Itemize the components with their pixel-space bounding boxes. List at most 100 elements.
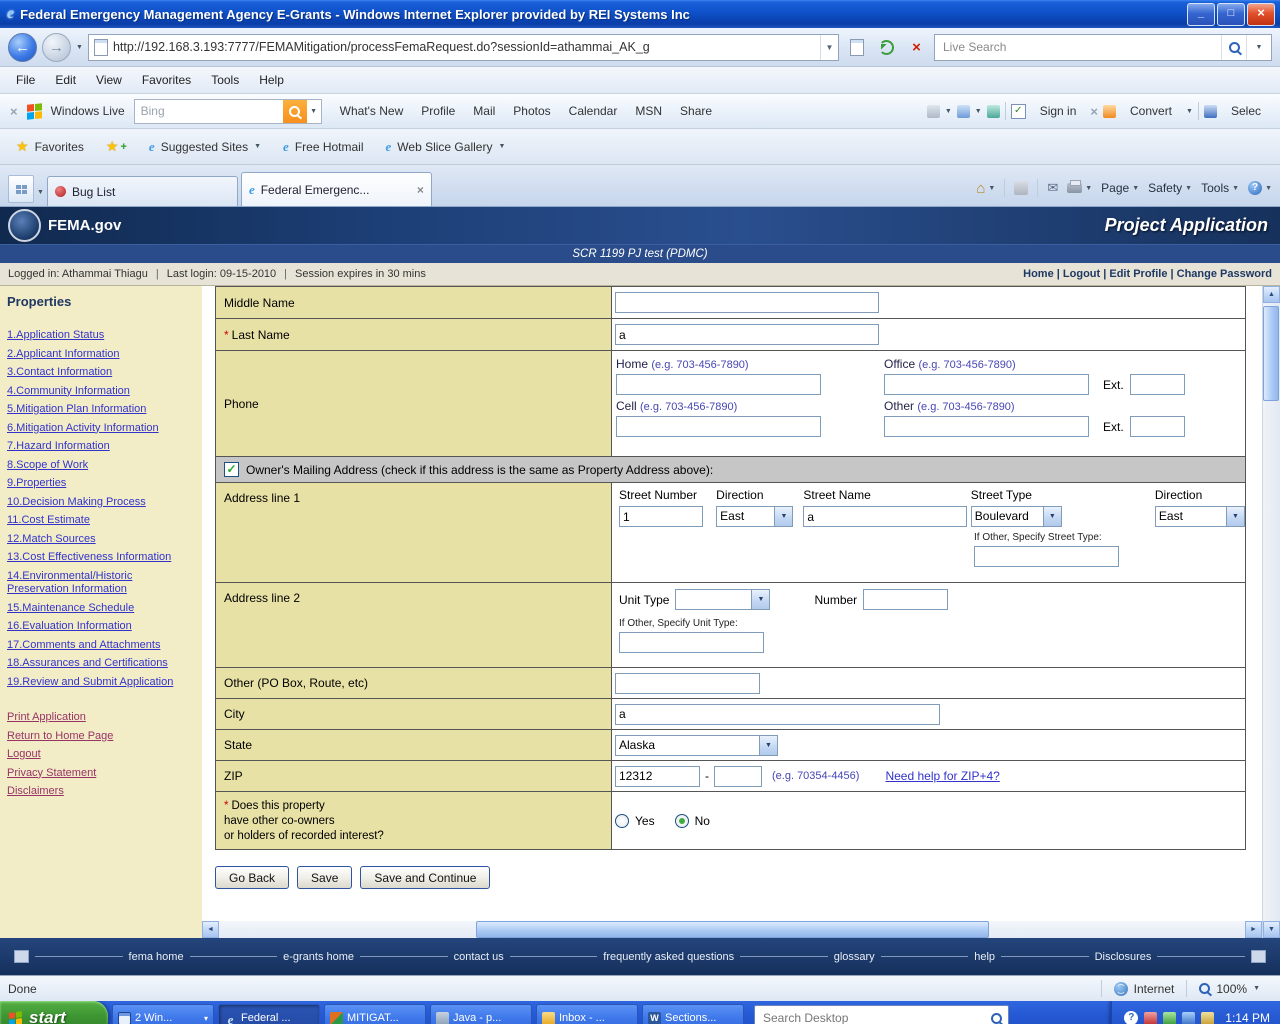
- bing-search-box[interactable]: Bing ▼: [134, 99, 322, 124]
- unit-number-input[interactable]: [863, 589, 948, 610]
- sidebar-item-12-match-sources[interactable]: 12.Match Sources: [7, 533, 197, 547]
- horizontal-scroll-thumb[interactable]: [476, 921, 989, 938]
- live-link-profile[interactable]: Profile: [412, 104, 464, 118]
- tab-close-icon[interactable]: ×: [417, 183, 424, 197]
- start-button[interactable]: start: [0, 1001, 108, 1024]
- live-search-input[interactable]: [941, 39, 1221, 55]
- back-button[interactable]: ←: [8, 33, 37, 62]
- street-name-input[interactable]: [803, 506, 966, 527]
- sidebar-link-privacy-statement[interactable]: Privacy Statement: [7, 767, 197, 781]
- print-button[interactable]: ▼: [1067, 183, 1092, 193]
- safety-menu[interactable]: Safety▼: [1148, 181, 1192, 195]
- messenger-icon[interactable]: [1163, 1012, 1176, 1024]
- stop-button[interactable]: ×: [904, 35, 929, 60]
- translate-icon[interactable]: [987, 105, 1000, 118]
- live-link-photos[interactable]: Photos: [504, 104, 559, 118]
- url-dropdown-icon[interactable]: ▼: [820, 35, 838, 60]
- footer-link-frequently-asked-questions[interactable]: frequently asked questions: [603, 951, 734, 963]
- footer-link-glossary[interactable]: glossary: [834, 951, 875, 963]
- sidebar-item-8-scope-of-work[interactable]: 8.Scope of Work: [7, 459, 197, 473]
- session-link-home[interactable]: Home: [1023, 268, 1063, 280]
- sidebar-link-return-to-home-page[interactable]: Return to Home Page: [7, 730, 197, 744]
- add-favorite-button[interactable]: ★+: [98, 134, 135, 159]
- footer-link-contact-us[interactable]: contact us: [454, 951, 504, 963]
- sidebar-item-16-evaluation-information[interactable]: 16.Evaluation Information: [7, 620, 197, 634]
- sidebar-item-17-comments-and-attachments[interactable]: 17.Comments and Attachments: [7, 639, 197, 653]
- favorites-item-free-hotmail[interactable]: e Free Hotmail: [275, 135, 371, 159]
- favorites-item-web-slice-gallery[interactable]: e Web Slice Gallery ▼: [378, 135, 514, 159]
- url-field[interactable]: http://192.168.3.193:7777/FEMAMitigation…: [88, 34, 839, 61]
- tab-federal-emergency[interactable]: e Federal Emergenc... ×: [241, 172, 432, 206]
- home-phone-input[interactable]: [616, 374, 821, 395]
- footer-link-e-grants-home[interactable]: e-grants home: [283, 951, 354, 963]
- middle-name-input[interactable]: [615, 292, 879, 313]
- bing-options-chevron-icon[interactable]: ▼: [307, 108, 321, 115]
- taskbar-button-mitigat[interactable]: MITIGAT...: [324, 1004, 426, 1024]
- help-bubble-icon[interactable]: ?: [1124, 1011, 1138, 1024]
- session-link-change-password[interactable]: Change Password: [1177, 268, 1272, 280]
- scroll-up-button[interactable]: ▲: [1263, 286, 1280, 303]
- compatibility-view-button[interactable]: [844, 35, 869, 60]
- footer-link-help[interactable]: help: [974, 951, 995, 963]
- zip-input[interactable]: [615, 766, 700, 787]
- taskbar-button-inbox[interactable]: Inbox - ...: [536, 1004, 638, 1024]
- other-unit-type-input[interactable]: [619, 632, 764, 653]
- sidebar-link-logout[interactable]: Logout: [7, 748, 197, 762]
- sidebar-item-13-cost-effectiveness-information[interactable]: 13.Cost Effectiveness Information: [7, 551, 197, 565]
- vertical-scroll-thumb[interactable]: [1263, 306, 1279, 401]
- sidebar-link-print-application[interactable]: Print Application: [7, 711, 197, 725]
- vertical-scrollbar[interactable]: ▲ ▼: [1262, 286, 1280, 938]
- footer-link-fema-home[interactable]: fema home: [129, 951, 184, 963]
- live-link-what-s-new[interactable]: What's New: [331, 104, 413, 118]
- session-link-edit-profile[interactable]: Edit Profile: [1109, 268, 1176, 280]
- tab-bug-list[interactable]: Bug List: [47, 176, 238, 206]
- zip-plus4-input[interactable]: [714, 766, 762, 787]
- sidebar-item-19-review-and-submit-application[interactable]: 19.Review and Submit Application: [7, 676, 197, 690]
- horizontal-scroll-track[interactable]: [219, 921, 1245, 938]
- live-link-mail[interactable]: Mail: [464, 104, 504, 118]
- street-type-select[interactable]: Boulevard: [971, 506, 1062, 527]
- post-direction-select[interactable]: East: [1155, 506, 1245, 527]
- sidebar-item-11-cost-estimate[interactable]: 11.Cost Estimate: [7, 514, 197, 528]
- menu-item-view[interactable]: View: [86, 70, 132, 90]
- favorites-button[interactable]: ★ Favorites: [8, 134, 92, 159]
- office-ext-input[interactable]: [1130, 374, 1185, 395]
- horizontal-scrollbar[interactable]: ◄ ►: [202, 921, 1262, 938]
- forward-button[interactable]: →: [42, 33, 71, 62]
- save-and-continue-button[interactable]: Save and Continue: [360, 866, 490, 889]
- footer-link-disclosures[interactable]: Disclosures: [1095, 951, 1152, 963]
- menu-item-help[interactable]: Help: [249, 70, 294, 90]
- co-owners-no-radio[interactable]: [675, 814, 689, 828]
- refresh-button[interactable]: [874, 35, 899, 60]
- scroll-down-button[interactable]: ▼: [1263, 921, 1280, 938]
- restore-button[interactable]: □: [1217, 3, 1245, 26]
- taskbar-button-federal[interactable]: eFederal ...: [218, 1004, 320, 1024]
- live-link-calendar[interactable]: Calendar: [560, 104, 627, 118]
- other-po-input[interactable]: [615, 673, 760, 694]
- office-phone-input[interactable]: [884, 374, 1089, 395]
- network-icon[interactable]: [1182, 1012, 1195, 1024]
- toolbar-close-icon[interactable]: ×: [10, 104, 18, 119]
- vertical-scroll-track[interactable]: [1263, 303, 1280, 921]
- sidebar-item-14-environmental-historic-preservation-information[interactable]: 14.Environmental/Historic Preservation I…: [7, 570, 197, 597]
- sidebar-item-18-assurances-and-certifications[interactable]: 18.Assurances and Certifications: [7, 657, 197, 671]
- go-back-button[interactable]: Go Back: [215, 866, 289, 889]
- layout-icon[interactable]: [957, 105, 970, 118]
- sign-in-button[interactable]: Sign in: [1031, 104, 1086, 118]
- menu-item-file[interactable]: File: [6, 70, 45, 90]
- favorites-item-suggested-sites[interactable]: e Suggested Sites ▼: [141, 135, 269, 159]
- sidebar-item-5-mitigation-plan-information[interactable]: 5.Mitigation Plan Information: [7, 403, 197, 417]
- help-button[interactable]: ?▼: [1248, 181, 1272, 195]
- unit-type-select[interactable]: [675, 589, 770, 610]
- select-button[interactable]: Selec: [1222, 104, 1270, 118]
- sidebar-item-2-applicant-information[interactable]: 2.Applicant Information: [7, 348, 197, 362]
- minimize-button[interactable]: _: [1187, 3, 1215, 26]
- sidebar-item-1-application-status[interactable]: 1.Application Status: [7, 329, 197, 343]
- recent-pages-chevron-icon[interactable]: ▼: [76, 44, 83, 51]
- zoom-control[interactable]: 100% ▼: [1186, 980, 1272, 997]
- live-search-box[interactable]: ▼: [934, 34, 1272, 61]
- search-options-button[interactable]: ▼: [1246, 35, 1271, 60]
- bing-search-button[interactable]: [283, 100, 307, 123]
- security-alert-icon[interactable]: [1144, 1012, 1157, 1024]
- cell-phone-input[interactable]: [616, 416, 821, 437]
